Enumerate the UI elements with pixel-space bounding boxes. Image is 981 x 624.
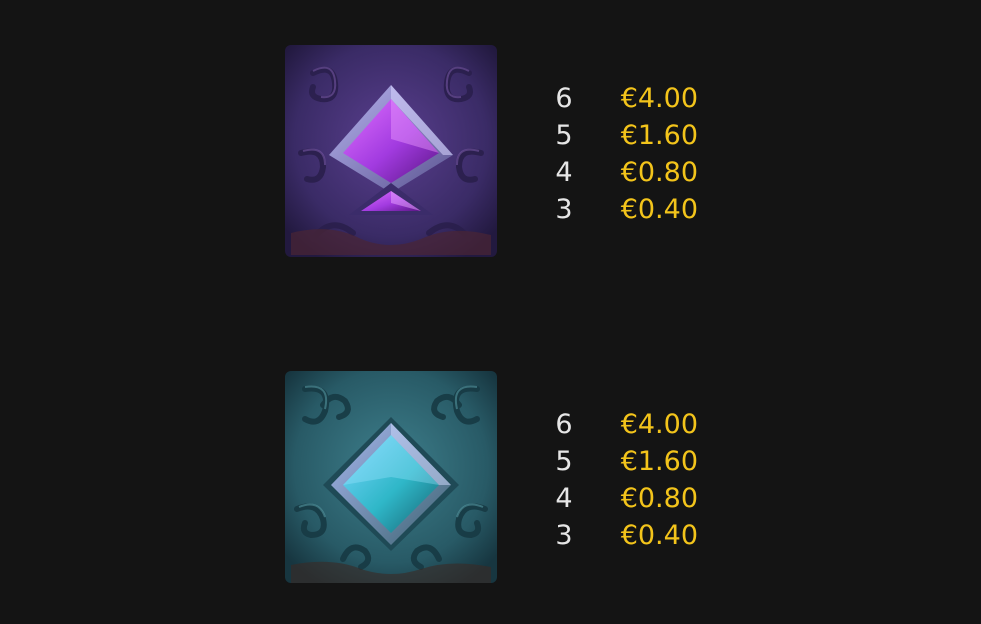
- payout-value: €1.60: [620, 120, 698, 151]
- payout-value: €0.40: [620, 194, 698, 225]
- payout-line: 4 €0.80: [548, 154, 708, 191]
- paytable-row-purple: 6 €4.00 5 €1.60 4 €0.80 3 €0.40: [0, 43, 981, 259]
- payout-value: €4.00: [620, 409, 698, 440]
- payout-line: 5 €1.60: [548, 443, 708, 480]
- paytable-row-teal: 6 €4.00 5 €1.60 4 €0.80 3 €0.40: [0, 369, 981, 585]
- payout-count: 3: [555, 194, 573, 225]
- payout-line: 3 €0.40: [548, 191, 708, 228]
- payout-count: 6: [555, 409, 573, 440]
- payout-line: 4 €0.80: [548, 480, 708, 517]
- payout-count: 5: [555, 120, 573, 151]
- payout-count: 5: [555, 446, 573, 477]
- payout-value: €0.40: [620, 520, 698, 551]
- payout-count: 6: [555, 83, 573, 114]
- payout-value: €4.00: [620, 83, 698, 114]
- payout-line: 3 €0.40: [548, 517, 708, 554]
- payout-count: 4: [555, 157, 573, 188]
- payout-count: 4: [555, 483, 573, 514]
- payout-value: €0.80: [620, 157, 698, 188]
- teal-diamond-gem-icon: [283, 369, 499, 585]
- payout-line: 5 €1.60: [548, 117, 708, 154]
- payout-count: 3: [555, 520, 573, 551]
- payout-line: 6 €4.00: [548, 406, 708, 443]
- payout-list-purple: 6 €4.00 5 €1.60 4 €0.80 3 €0.40: [548, 80, 708, 228]
- payout-value: €1.60: [620, 446, 698, 477]
- payout-line: 6 €4.00: [548, 80, 708, 117]
- payout-list-teal: 6 €4.00 5 €1.60 4 €0.80 3 €0.40: [548, 406, 708, 554]
- payout-value: €0.80: [620, 483, 698, 514]
- purple-spade-gem-icon: [283, 43, 499, 259]
